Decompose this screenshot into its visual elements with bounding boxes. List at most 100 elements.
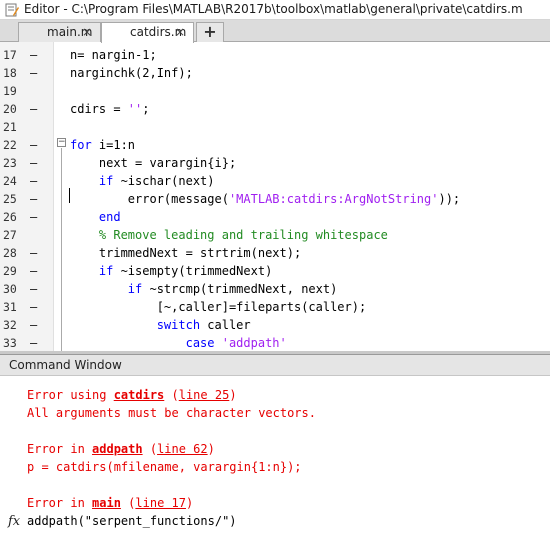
command-prompt-input[interactable]: addpath("serpent_functions/") (27, 512, 237, 530)
code-line[interactable]: 30– if ~strcmp(trimmedNext, next) (0, 280, 550, 298)
code-line[interactable]: 22– for i=1:n (0, 136, 550, 154)
code-line[interactable]: 19 (0, 82, 550, 100)
line-number: 23 (3, 156, 17, 170)
code-token: for (70, 138, 92, 152)
code-token: trimmedNext = strtrim(next); (70, 246, 302, 260)
error-paren: ( (164, 388, 179, 402)
error-function-link[interactable]: addpath (92, 442, 143, 456)
line-number: 31 (3, 300, 17, 314)
breakpoint-marker[interactable]: – (30, 46, 37, 64)
code-line[interactable]: 24– if ~ischar(next) (0, 172, 550, 190)
code-token: case (185, 336, 215, 350)
code-text: end (70, 208, 121, 226)
command-window-title: Command Window (9, 358, 122, 372)
code-line[interactable]: 33– case 'addpath' (0, 334, 550, 352)
breakpoint-marker[interactable]: – (30, 100, 37, 118)
code-line[interactable]: 26– end (0, 208, 550, 226)
error-prefix: Error using (27, 388, 114, 402)
code-line[interactable]: 20– cdirs = ''; (0, 100, 550, 118)
code-token: )); (438, 192, 461, 206)
code-token: ~isempty(trimmedNext) (113, 264, 273, 278)
breakpoint-marker[interactable]: – (30, 172, 37, 190)
code-token: next = varargin{i}; (70, 156, 237, 170)
close-tab-icon[interactable]: × (175, 23, 185, 41)
breakpoint-marker[interactable]: – (30, 298, 37, 316)
error-line: Error in addpath (line 62) (27, 440, 215, 458)
code-line[interactable]: 27 % Remove leading and trailing whitesp… (0, 226, 550, 244)
breakpoint-marker[interactable]: – (30, 154, 37, 172)
error-line: Error in main (line 17) (27, 494, 193, 512)
error-paren: ( (142, 442, 158, 456)
line-number: 24 (3, 174, 17, 188)
title-bar: Editor - C:\Program Files\MATLAB\R2017b\… (0, 0, 550, 20)
error-paren: ( (120, 496, 136, 510)
code-token: i=1:n (91, 138, 136, 152)
code-line[interactable]: 28– trimmedNext = strtrim(next); (0, 244, 550, 262)
code-text: if ~isempty(trimmedNext) (70, 262, 272, 280)
tab-catdirs-m[interactable]: catdirs.m × (101, 22, 194, 43)
breakpoint-marker[interactable]: – (30, 316, 37, 334)
code-line[interactable]: 17– n= nargin-1; (0, 46, 550, 64)
line-number: 20 (3, 102, 17, 116)
code-line[interactable]: 32– switch caller (0, 316, 550, 334)
code-text: narginchk(2,Inf); (70, 64, 193, 82)
line-number: 29 (3, 264, 17, 278)
function-browser-icon[interactable]: fx (8, 514, 20, 529)
code-token: switch (156, 318, 201, 332)
fold-collapse-icon[interactable]: − (57, 138, 66, 147)
editor-tab-bar: main.m × catdirs.m × + (0, 20, 550, 43)
error-line-link[interactable]: line 17 (135, 496, 186, 510)
line-number: 17 (3, 48, 17, 62)
error-paren: ) (207, 442, 215, 456)
line-number: 28 (3, 246, 17, 260)
breakpoint-marker[interactable]: – (30, 190, 37, 208)
line-number: 33 (3, 336, 17, 350)
breakpoint-marker[interactable]: – (30, 64, 37, 82)
code-line[interactable]: 25– error(message('MATLAB:catdirs:ArgNot… (0, 190, 550, 208)
code-text: if ~ischar(next) (70, 172, 215, 190)
error-function-link[interactable]: catdirs (114, 388, 165, 402)
tab-main-m[interactable]: main.m × (18, 22, 101, 42)
error-prefix: Error in (27, 496, 93, 510)
line-number: 27 (3, 228, 17, 242)
breakpoint-marker[interactable]: – (30, 280, 37, 298)
breakpoint-marker[interactable]: – (30, 334, 37, 352)
code-text: if ~strcmp(trimmedNext, next) (70, 280, 338, 298)
breakpoint-marker[interactable]: – (30, 208, 37, 226)
line-number: 26 (3, 210, 17, 224)
breakpoint-marker[interactable]: – (30, 244, 37, 262)
code-token: caller (200, 318, 251, 332)
code-text: case 'addpath' (70, 334, 287, 352)
command-window[interactable]: Command Window Error using catdirs (line… (0, 354, 550, 543)
line-number: 21 (3, 120, 17, 134)
code-line[interactable]: 21 (0, 118, 550, 136)
code-line[interactable]: 29– if ~isempty(trimmedNext) (0, 262, 550, 280)
error-function-link[interactable]: main (92, 496, 121, 510)
command-window-header: Command Window (0, 355, 550, 376)
code-token: if (98, 264, 114, 278)
code-token: ~strcmp(trimmedNext, next) (142, 282, 338, 296)
breakpoint-marker[interactable]: – (30, 136, 37, 154)
text-cursor (69, 188, 70, 203)
breakpoint-marker[interactable]: – (30, 262, 37, 280)
error-line-link[interactable]: line 25 (179, 388, 230, 402)
line-number: 30 (3, 282, 17, 296)
code-line[interactable]: 31– [~,caller]=fileparts(caller); (0, 298, 550, 316)
line-number: 25 (3, 192, 17, 206)
error-message: All arguments must be character vectors. (27, 406, 316, 420)
code-line[interactable]: 23– next = varargin{i}; (0, 154, 550, 172)
code-text: switch caller (70, 316, 251, 334)
code-text: for i=1:n (70, 136, 135, 154)
code-token: [~,caller]=fileparts(caller); (70, 300, 367, 314)
add-tab-button[interactable]: + (196, 22, 224, 42)
code-line[interactable]: 18– narginchk(2,Inf); (0, 64, 550, 82)
fold-guide-line (61, 148, 62, 354)
close-tab-icon[interactable]: × (82, 23, 92, 41)
code-token: n= nargin-1; (70, 48, 157, 62)
code-token: if (127, 282, 143, 296)
error-line-link[interactable]: line 62 (157, 442, 208, 456)
code-editor[interactable]: 17– n= nargin-1; 18– narginchk(2,Inf); 19 20–… (0, 42, 550, 354)
